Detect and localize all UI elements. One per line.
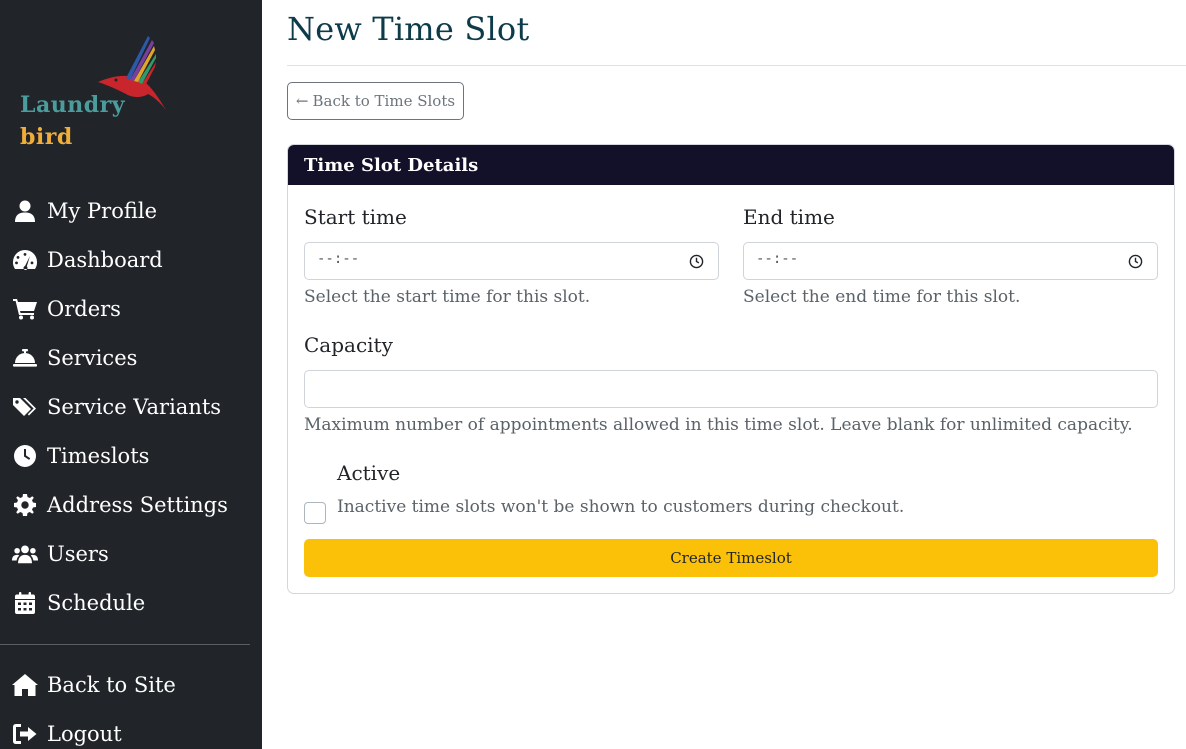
sidebar-item-label: Orders [47,296,121,321]
sidebar-item-orders[interactable]: Orders [0,284,262,333]
sidebar-item-label: Logout [47,721,122,746]
sidebar-item-label: Schedule [47,590,146,615]
brand-name-line2: bird [20,124,73,150]
back-button-label: Back to Time Slots [312,92,456,110]
create-timeslot-button[interactable]: Create Timeslot [304,539,1158,577]
sidebar-item-label: Address Settings [47,492,228,517]
end-time-label: End time [743,205,835,229]
end-time-input[interactable]: --:-- [743,242,1158,280]
sidebar-item-label: Services [47,345,138,370]
active-checkbox[interactable] [304,502,326,524]
sidebar-nav: My Profile Dashboard Orders Services Ser… [0,186,262,627]
sidebar-item-schedule[interactable]: Schedule [0,578,262,627]
sidebar-item-service-variants[interactable]: Service Variants [0,382,262,431]
time-slot-details-card: Time Slot Details Start time --:-- Selec… [287,144,1175,594]
sidebar-item-dashboard[interactable]: Dashboard [0,235,262,284]
clock-icon [689,254,704,269]
arrow-left-icon: ← [295,92,309,110]
tags-icon [12,395,38,419]
sidebar-item-my-profile[interactable]: My Profile [0,186,262,235]
active-help: Inactive time slots won't be shown to cu… [337,497,905,517]
page-title: New Time Slot [287,10,530,48]
calendar-icon [12,591,38,615]
brand-logo[interactable]: Laundry bird [18,34,178,154]
card-header: Time Slot Details [288,145,1174,185]
end-time-help: Select the end time for this slot. [743,287,1021,307]
bell-concierge-icon [12,346,38,370]
sidebar-item-back-to-site[interactable]: Back to Site [0,660,262,709]
capacity-label: Capacity [304,333,393,357]
logout-icon [12,722,38,746]
sidebar-item-services[interactable]: Services [0,333,262,382]
sidebar-item-label: Users [47,541,109,566]
start-time-value: --:-- [317,251,360,267]
cart-icon [12,297,38,321]
clock-icon [12,444,38,468]
users-icon [12,542,38,566]
title-divider [287,65,1186,66]
sidebar-item-logout[interactable]: Logout [0,709,262,749]
sidebar-item-label: Timeslots [47,443,150,468]
start-time-input[interactable]: --:-- [304,242,719,280]
sidebar-item-label: Dashboard [47,247,163,272]
sidebar-bottom-nav: Back to Site Logout [0,660,262,749]
sidebar-item-label: Service Variants [47,394,222,419]
sidebar-item-label: Back to Site [47,672,176,697]
capacity-help: Maximum number of appointments allowed i… [304,415,1133,435]
capacity-input[interactable] [304,370,1158,408]
home-icon [12,673,38,697]
gear-icon [12,493,38,517]
sidebar: Laundry bird My Profile Dashboard Orders [0,0,262,749]
sidebar-item-timeslots[interactable]: Timeslots [0,431,262,480]
gauge-icon [12,248,38,272]
sidebar-item-label: My Profile [47,198,158,223]
start-time-help: Select the start time for this slot. [304,287,591,307]
start-time-label: Start time [304,205,407,229]
sidebar-item-address-settings[interactable]: Address Settings [0,480,262,529]
sidebar-divider [0,644,250,645]
clock-icon [1128,254,1143,269]
active-label[interactable]: Active [337,461,400,485]
end-time-value: --:-- [756,251,799,267]
back-to-time-slots-button[interactable]: ← Back to Time Slots [287,82,464,120]
user-icon [12,199,38,223]
sidebar-item-users[interactable]: Users [0,529,262,578]
brand-name-line1: Laundry [20,92,125,118]
